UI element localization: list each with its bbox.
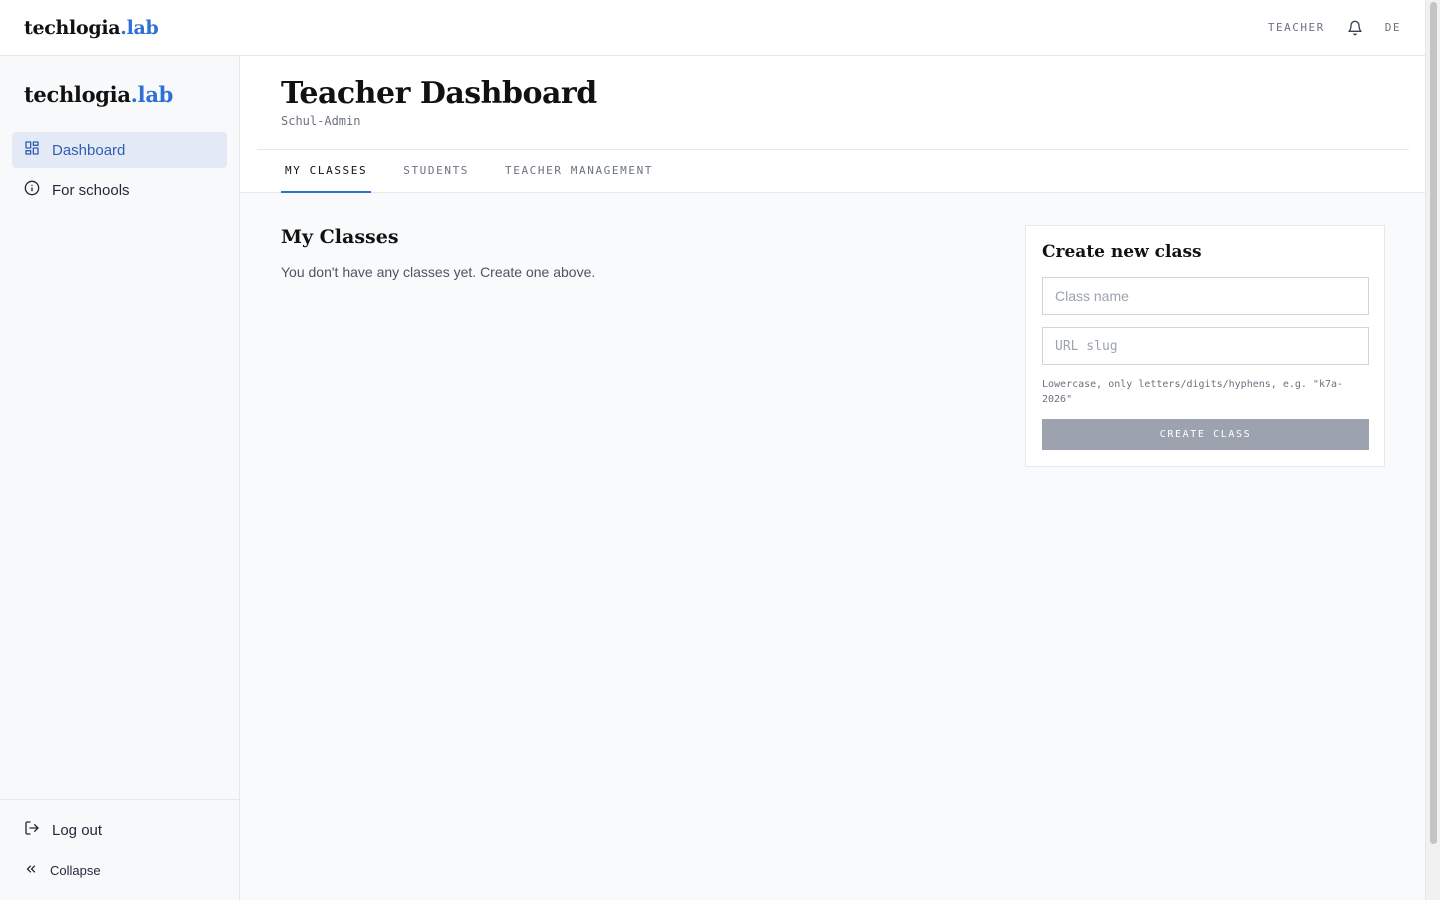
sidebar-logo[interactable]: techlogia.lab <box>24 82 173 107</box>
logo-accent-text: .lab <box>130 82 174 107</box>
sidebar-footer: Log out Collapse <box>0 799 239 900</box>
info-icon <box>24 180 40 200</box>
section-title: My Classes <box>281 226 399 248</box>
sidebar-item-label: Dashboard <box>52 141 126 159</box>
page-title: Teacher Dashboard <box>281 76 597 111</box>
bell-icon[interactable] <box>1347 20 1363 36</box>
scrollbar-thumb[interactable] <box>1430 2 1437 844</box>
page-header: Teacher Dashboard Schul-Admin MY CLASSES… <box>240 56 1425 193</box>
language-switch[interactable]: DE <box>1385 21 1401 34</box>
slug-hint: Lowercase, only letters/digits/hyphens, … <box>1042 379 1344 405</box>
main-content: Teacher Dashboard Schul-Admin MY CLASSES… <box>240 56 1425 900</box>
collapse-button[interactable]: Collapse <box>24 862 101 879</box>
top-logo[interactable]: techlogia.lab <box>24 17 159 39</box>
url-slug-input[interactable] <box>1042 327 1369 365</box>
card-title: Create new class <box>1042 242 1202 262</box>
sidebar-item-label: For schools <box>52 181 130 199</box>
sidebar-item-dashboard[interactable]: Dashboard <box>12 132 227 168</box>
tab-my-classes[interactable]: MY CLASSES <box>281 150 372 193</box>
logout-button[interactable]: Log out <box>24 820 102 840</box>
empty-state-message: You don't have any classes yet. Create o… <box>281 264 596 280</box>
tab-students[interactable]: STUDENTS <box>399 150 473 193</box>
logo-main-text: techlogia <box>24 82 131 107</box>
top-bar-actions: TEACHER DE <box>1268 20 1401 36</box>
sidebar: techlogia.lab Dashboard For schools Log … <box>0 56 240 900</box>
role-label: TEACHER <box>1267 21 1325 34</box>
chevrons-left-icon <box>24 862 38 879</box>
create-class-card: Create new class Lowercase, only letters… <box>1025 225 1385 467</box>
create-class-button[interactable]: CREATE CLASS <box>1042 419 1369 450</box>
dashboard-icon <box>24 140 40 160</box>
tab-teacher-management[interactable]: TEACHER MANAGEMENT <box>501 150 657 193</box>
top-bar: techlogia.lab TEACHER DE <box>0 0 1425 56</box>
sidebar-item-for-schools[interactable]: For schools <box>12 172 227 208</box>
logout-label: Log out <box>52 821 103 839</box>
logo-main-text: techlogia <box>24 16 121 39</box>
collapse-label: Collapse <box>50 863 101 878</box>
logo-accent-text: .lab <box>120 16 159 39</box>
class-name-input[interactable] <box>1042 277 1369 315</box>
page-subtitle: Schul-Admin <box>281 114 361 128</box>
page-scrollbar[interactable] <box>1425 0 1440 900</box>
logout-icon <box>24 820 40 840</box>
sidebar-nav: Dashboard For schools <box>12 132 227 212</box>
tab-bar: MY CLASSES STUDENTS TEACHER MANAGEMENT <box>281 150 657 193</box>
